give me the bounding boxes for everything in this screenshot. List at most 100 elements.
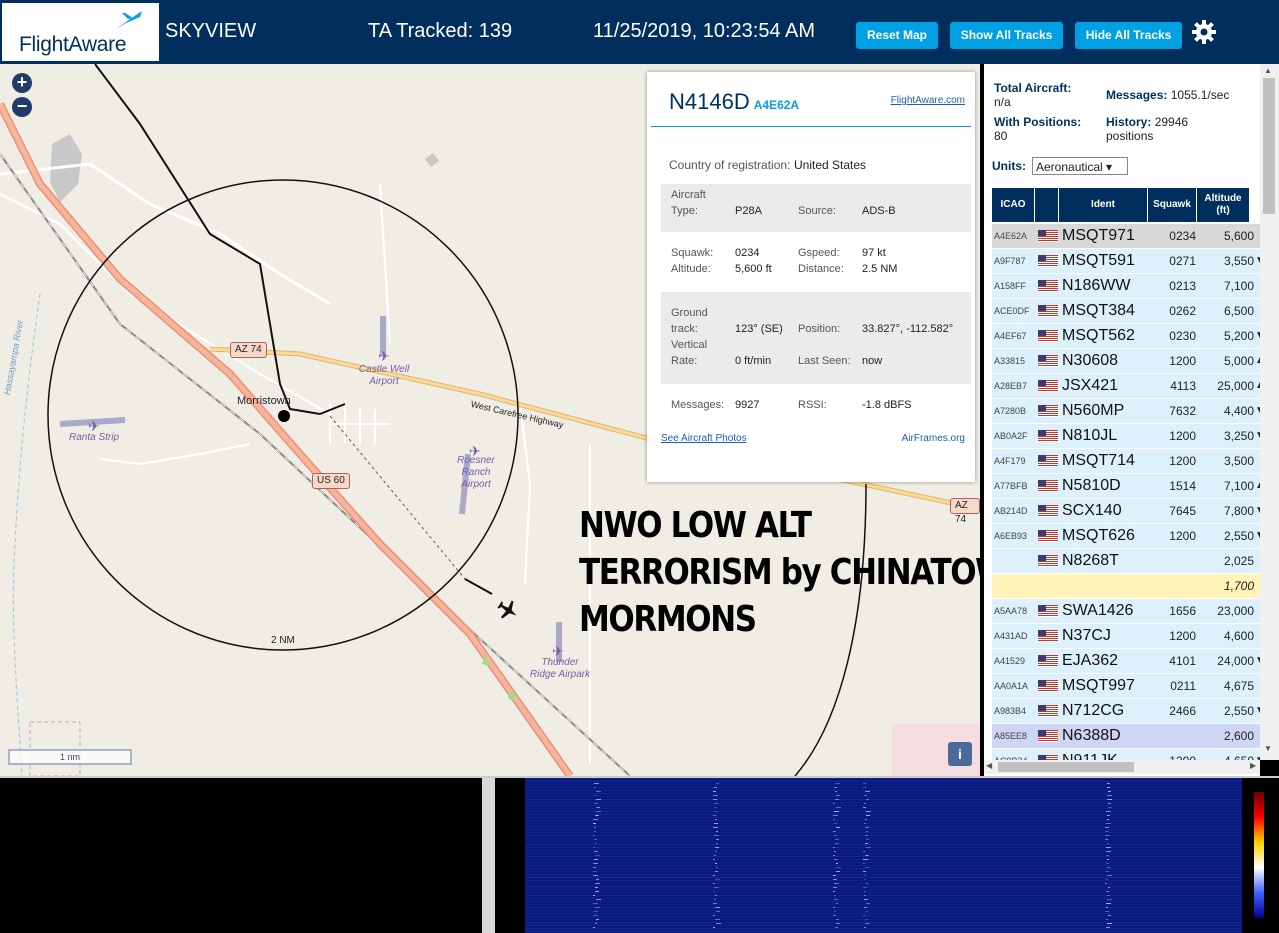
squawk-value: 0234: [735, 247, 760, 259]
icao-cell: A85EE8: [994, 731, 1028, 741]
aircraft-icon: [497, 600, 517, 619]
plane-logo-icon: [116, 11, 142, 29]
squawk-cell: 1200: [1169, 354, 1196, 368]
zoom-in-button[interactable]: +: [12, 73, 32, 93]
messages-label: Messages:: [671, 399, 725, 411]
scroll-up-icon[interactable]: ▲: [1264, 66, 1272, 75]
altitude-cell: 7,100: [1223, 479, 1254, 493]
overlay-caption: NWO LOW ALT TERRORISM by CHINATOWN MORMO…: [579, 502, 1034, 643]
scroll-left-icon[interactable]: ◀: [986, 761, 992, 770]
table-row[interactable]: A28EB7 JSX421 4113 25,000 ▲: [992, 374, 1260, 398]
horizontal-scrollbar[interactable]: ◀ ▶: [984, 760, 1260, 774]
ident-cell: MSQT997: [1062, 677, 1135, 694]
table-row[interactable]: AB0A2F N810JL 1200 3,250 ▼: [992, 424, 1260, 448]
show-all-tracks-button[interactable]: Show All Tracks: [950, 22, 1063, 49]
table-row[interactable]: AB214D SCX140 7645 7,800 ▼: [992, 499, 1260, 523]
rssi-value: -1.8 dBFS: [862, 399, 912, 411]
squawk-cell: 1200: [1169, 629, 1196, 643]
squawk-cell: 1200: [1169, 529, 1196, 543]
vrate-value: 0 ft/min: [735, 355, 772, 367]
squawk-cell: 1200: [1169, 454, 1196, 468]
squawk-cell: 4113: [1170, 379, 1196, 393]
col-header-flag: [1035, 188, 1058, 222]
scroll-right-icon[interactable]: ▶: [1250, 761, 1256, 770]
table-row[interactable]: A77BFB N5810D 1514 7,100 ▲: [992, 474, 1260, 498]
table-row[interactable]: A6EB93 MSQT626 1200 2,550 ▼: [992, 524, 1260, 548]
table-row[interactable]: A4E62A MSQT971 0234 5,600: [992, 224, 1260, 248]
table-row[interactable]: 1,700: [992, 574, 1260, 598]
icao-cell: AA0A1A: [994, 681, 1029, 691]
table-row[interactable]: A85EE8 N6388D 2,600: [992, 724, 1260, 748]
lastseen-label: Last Seen:: [798, 355, 851, 367]
zoom-out-button[interactable]: −: [12, 97, 32, 117]
col-header-ident[interactable]: Ident: [1059, 188, 1147, 222]
ident-cell: SWA1426: [1062, 602, 1134, 619]
us-flag-icon: [1038, 530, 1058, 542]
us-flag-icon: [1038, 455, 1058, 467]
col-header-icao[interactable]: ICAO: [992, 188, 1034, 222]
altitude-cell: 25,000: [1217, 379, 1254, 393]
track-label: Ground: [671, 307, 708, 319]
table-row[interactable]: A7280B N560MP 7632 4,400 ▼: [992, 399, 1260, 423]
hide-all-tracks-button[interactable]: Hide All Tracks: [1075, 22, 1182, 49]
scroll-down-icon[interactable]: ▼: [1264, 744, 1272, 753]
squawk-cell: 0230: [1169, 329, 1196, 343]
vertical-scrollbar[interactable]: ▲ ▼: [1260, 64, 1279, 760]
table-row[interactable]: ACE0DF MSQT384 0262 6,500: [992, 299, 1260, 323]
units-select[interactable]: Aeronautical ▾: [1032, 157, 1128, 175]
ring-label: 2 NM: [271, 635, 295, 646]
icao-cell: A28EB7: [994, 381, 1028, 391]
receiver-marker: [278, 410, 290, 422]
scale-label: 1 nm: [60, 752, 81, 762]
squawk-cell: [1148, 549, 1196, 573]
spectrogram-canvas: [525, 778, 1242, 932]
spectrogram-colorbar: [1254, 792, 1264, 918]
with-positions: With Positions: 80: [994, 115, 1082, 143]
ident-cell: N810JL: [1062, 427, 1118, 444]
us-flag-icon: [1038, 680, 1058, 692]
col-header-altitude[interactable]: Altitude (ft): [1197, 188, 1249, 222]
overlay-line-3: MORMONS: [579, 599, 757, 640]
ident-cell: N6388D: [1062, 727, 1121, 744]
table-row[interactable]: A5AA78 SWA1426 1656 23,000: [992, 599, 1260, 623]
position-value: 33.827°, -112.582°: [862, 323, 954, 335]
icao-cell: AB0A2F: [994, 431, 1028, 441]
table-row[interactable]: AA0A1A MSQT997 0211 4,675: [992, 674, 1260, 698]
table-row[interactable]: A431AD N37CJ 1200 4,600: [992, 624, 1260, 648]
hscrollbar-thumb[interactable]: [998, 762, 1134, 772]
distance-label: Distance:: [798, 263, 844, 275]
squawk-cell: [1148, 724, 1196, 748]
track-value: 123° (SE): [735, 323, 783, 335]
flightaware-link[interactable]: FlightAware.com: [891, 95, 965, 106]
flightaware-logo[interactable]: FlightAware: [2, 3, 159, 61]
aircraft-type-label: Aircraft: [671, 189, 706, 201]
road-shield-us60: US 60: [312, 473, 350, 489]
icao-cell: A33815: [994, 356, 1026, 366]
table-row[interactable]: A4F179 MSQT714 1200 3,500: [992, 449, 1260, 473]
datetime: 11/25/2019, 10:23:54 AM: [593, 20, 816, 42]
us-flag-icon: [1038, 705, 1058, 717]
table-row[interactable]: A158FF N186WW 0213 7,100: [992, 274, 1260, 298]
units-label: Units:: [992, 159, 1026, 173]
table-row[interactable]: A4EF67 MSQT562 0230 5,200 ▼: [992, 324, 1260, 348]
table-row[interactable]: A9F787 MSQT591 0271 3,550 ▼: [992, 249, 1260, 273]
table-row[interactable]: A41529 EJA362 4101 24,000 ▼: [992, 649, 1260, 673]
position-label: Position:: [798, 323, 841, 335]
reset-map-button[interactable]: Reset Map: [856, 22, 938, 49]
table-row[interactable]: A33815 N30608 1200 5,000 ▲: [992, 349, 1260, 373]
table-row[interactable]: N8268T 2,025: [992, 549, 1260, 573]
aircraft-photos-link[interactable]: See Aircraft Photos: [661, 433, 747, 444]
table-row[interactable]: A983B4 N712CG 2466 2,550 ▼: [992, 699, 1260, 723]
road-shield-az74: AZ 74: [230, 342, 267, 358]
gear-icon[interactable]: [1190, 18, 1218, 46]
total-aircraft: Total Aircraft: n/a: [994, 81, 1072, 109]
airframes-link[interactable]: AirFrames.org: [902, 433, 965, 444]
info-button[interactable]: i: [948, 742, 972, 766]
scrollbar-thumb[interactable]: [1263, 78, 1275, 214]
col-header-squawk[interactable]: Squawk: [1148, 188, 1196, 222]
squawk-cell: 1656: [1169, 604, 1196, 618]
history: History: 29946 positions: [1106, 115, 1189, 143]
ident-cell: N37CJ: [1062, 627, 1111, 644]
us-flag-icon: [1038, 280, 1058, 292]
squawk-cell: 0211: [1170, 679, 1196, 693]
